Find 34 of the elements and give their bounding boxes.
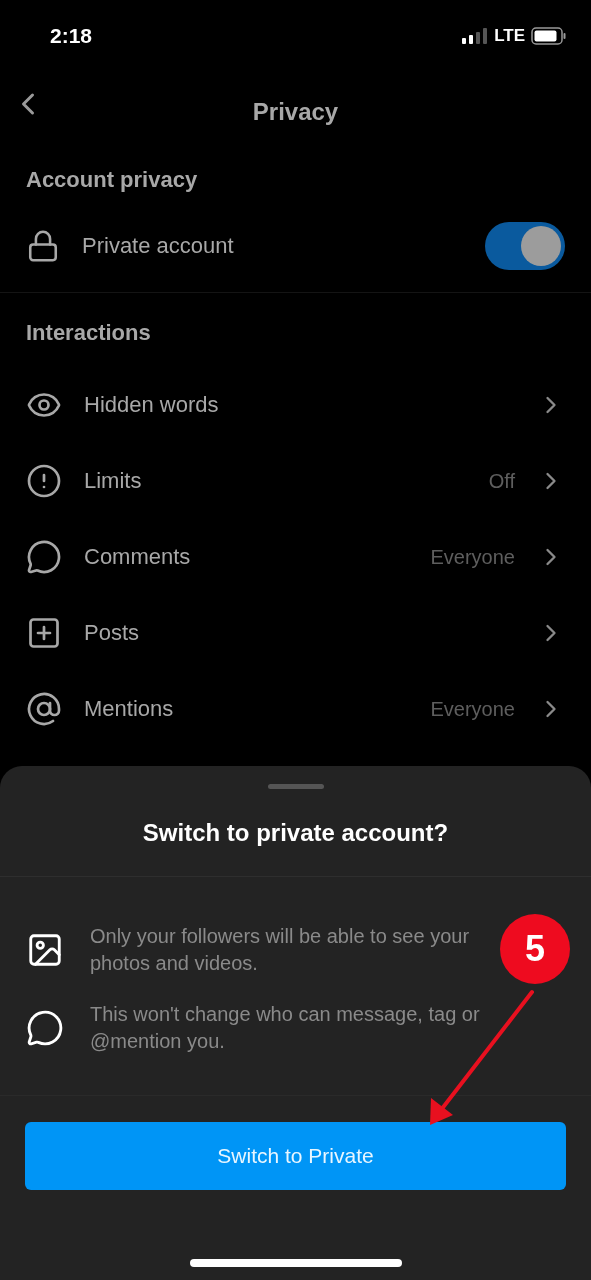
section-heading: Account privacy [25,166,199,194]
settings-row[interactable]: Mentions Everyone [0,671,591,747]
speech-bubble-icon [26,539,62,575]
setting-label: Posts [84,620,141,646]
image-icon [26,931,64,969]
at-sign-icon [26,691,62,727]
setting-value: Everyone [430,545,515,569]
setting-value: Off [488,469,515,493]
alert-icon [26,463,62,499]
network-label: LTE [494,26,525,46]
plus-square-icon [26,615,62,651]
battery-icon [531,27,567,45]
setting-label: Mentions [84,696,175,722]
setting-label: Private account [82,233,235,259]
sheet-title: Switch to private account? [0,789,591,877]
private-toggle[interactable] [485,222,565,270]
settings-row[interactable]: Hidden words [0,367,591,443]
settings-row[interactable]: Comments Everyone [0,519,591,595]
settings-row[interactable]: Posts [0,595,591,671]
section-heading: Interactions [25,319,152,347]
status-time: 2:18 [50,24,93,48]
setting-label: Limits [84,468,143,494]
note-text: This won't change who can message, tag or @mention you. [90,1002,481,1054]
settings-row[interactable]: Limits Off [0,443,591,519]
signal-icon [462,28,489,44]
setting-label: Comments [84,544,192,570]
setting-label: Hidden words [84,392,220,418]
note-text: Only your followers will be able to see your photos and videos. [90,924,471,976]
speech-bubble-icon [26,1009,64,1047]
page-title: Privacy [252,98,339,126]
step-badge: 5 [500,914,570,984]
setting-value: Everyone [430,697,515,721]
sheet-handle[interactable] [267,784,324,789]
lock-icon [26,229,60,263]
